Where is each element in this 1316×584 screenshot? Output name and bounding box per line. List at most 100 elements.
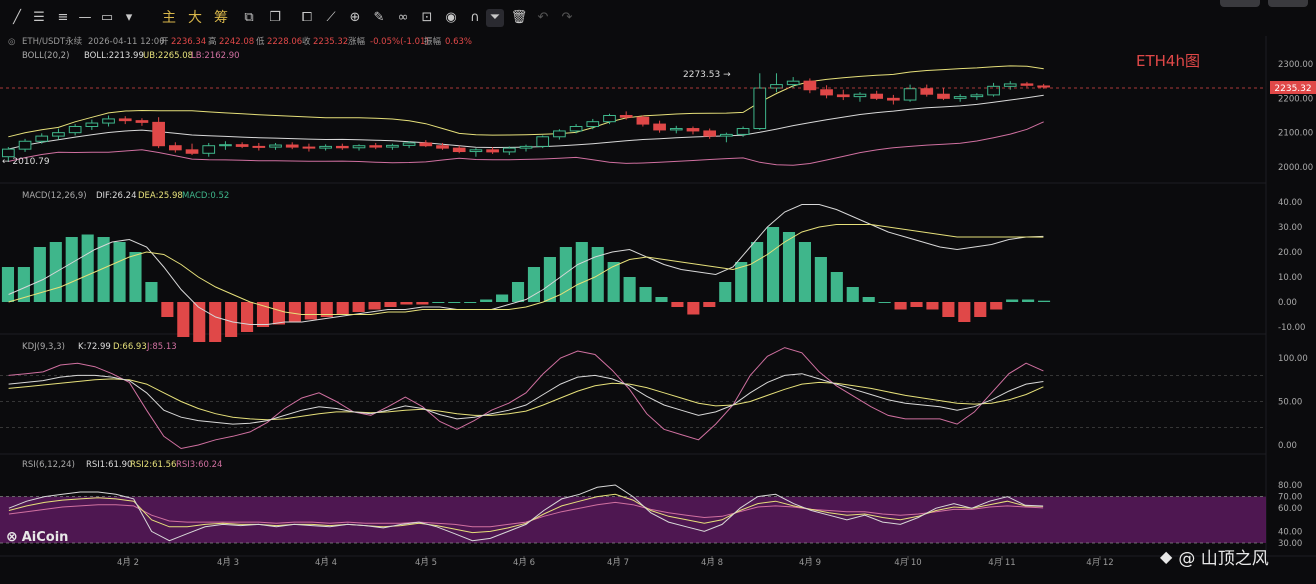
- candle: [152, 121, 165, 147]
- window-control[interactable]: [1220, 0, 1260, 7]
- main-header: ◎ ETH/USDT永续 2026-04-11 12:00 开 2236.34 …: [8, 36, 472, 47]
- macd-bar: [65, 237, 78, 302]
- candle: [703, 130, 717, 137]
- rectangle-icon[interactable]: ▭: [98, 9, 116, 27]
- macd-bar: [767, 227, 780, 302]
- x-tick-label: 4月 10: [894, 558, 921, 568]
- macd-bar: [129, 252, 142, 302]
- candle: [335, 145, 349, 149]
- rsi-band: [0, 496, 1266, 543]
- macd-bar: [225, 302, 238, 337]
- macd-bar: [527, 267, 541, 302]
- rsi-tick-label: 70.00: [1278, 493, 1302, 503]
- candle: [168, 145, 182, 151]
- crop-icon[interactable]: ⧉: [240, 9, 258, 27]
- macd-bar: [846, 287, 859, 302]
- candle: [402, 142, 416, 146]
- macd-bar: [655, 297, 668, 302]
- horizontal-line-icon[interactable]: —: [76, 9, 94, 27]
- candle: [1020, 83, 1034, 86]
- svg-text:涨幅: 涨幅: [348, 36, 366, 47]
- x-tick-label: 4月 4: [315, 558, 337, 568]
- candle: [319, 145, 332, 149]
- kdj-tick-label: 0.00: [1278, 441, 1297, 451]
- candle: [720, 133, 733, 137]
- macd-bar: [161, 302, 174, 317]
- candle: [586, 121, 600, 127]
- chart-canvas[interactable]: ◎ ETH/USDT永续 2026-04-11 12:00 开 2236.34 …: [0, 36, 1316, 584]
- copy-icon[interactable]: ❐: [266, 9, 284, 27]
- macd-bar: [703, 302, 716, 307]
- drawing-toolbar: ╱ ☰ ≡ — ▭ ▾ 主 大 筹 ⧉ ❐ ⧠ ⟋ ⊕ ✎ ∞ ⊡ ◉ ∩ ⏷ …: [0, 0, 1316, 37]
- search-plus-icon[interactable]: ⊕: [346, 9, 364, 27]
- macd-bar: [910, 302, 923, 307]
- macd-bar: [480, 299, 493, 302]
- candle: [2, 148, 15, 158]
- parallel-lines-icon[interactable]: ☰: [30, 9, 48, 27]
- x-tick-label: 4月 11: [988, 558, 1015, 568]
- rsi-tick-label: 40.00: [1278, 527, 1302, 537]
- macd-bar: [623, 277, 636, 302]
- rsi-tick-label: 80.00: [1278, 481, 1302, 491]
- large-order-button[interactable]: 大: [188, 9, 202, 27]
- candle: [536, 136, 550, 147]
- eye-icon[interactable]: ◉: [442, 9, 460, 27]
- x-tick-label: 4月 7: [607, 558, 629, 568]
- price-tick-label: 2200.00: [1278, 94, 1313, 104]
- macd-bar: [1, 267, 15, 302]
- candle: [85, 122, 99, 127]
- undo-icon[interactable]: ↶: [534, 9, 552, 27]
- brush-icon[interactable]: ✎: [370, 9, 388, 27]
- macd-bar: [958, 302, 971, 322]
- candle: [937, 93, 950, 99]
- weibo-logo-icon: ◆: [1160, 547, 1173, 566]
- macd-bar: [336, 302, 349, 315]
- macd-bar: [719, 282, 732, 302]
- candle: [753, 87, 767, 130]
- candle: [235, 144, 249, 147]
- candle: [619, 115, 633, 118]
- rsi-tick-label: 60.00: [1278, 504, 1302, 514]
- svg-text:BOLL:2213.99: BOLL:2213.99: [84, 51, 144, 61]
- svg-text:DEA:25.98: DEA:25.98: [138, 191, 183, 201]
- macd-tick-label: 40.00: [1278, 198, 1302, 208]
- candle: [219, 144, 232, 147]
- magnet-icon[interactable]: ∩: [466, 9, 484, 27]
- boll-header: BOLL(20,2) BOLL:2213.99 UB:2265.08 LB:21…: [22, 51, 240, 61]
- filter-icon[interactable]: ⏷: [486, 9, 504, 27]
- macd-bar: [814, 257, 827, 302]
- svg-text:RSI3:60.24: RSI3:60.24: [176, 460, 222, 470]
- ruler-icon[interactable]: ⟋: [322, 9, 340, 27]
- author-watermark: ◆ @ 山顶之风: [1160, 547, 1269, 569]
- kdj-tick-label: 100.00: [1278, 354, 1308, 364]
- trash-icon[interactable]: 🗑: [510, 9, 528, 27]
- macd-bar: [1037, 300, 1051, 302]
- high-mark-label: 2273.53 →: [683, 70, 731, 80]
- chips-button[interactable]: 筹: [214, 9, 228, 27]
- macd-tick-label: 0.00: [1278, 298, 1297, 308]
- kdj-tick-label: 50.00: [1278, 398, 1302, 408]
- window-control[interactable]: [1268, 0, 1308, 7]
- svg-text:K:72.99: K:72.99: [78, 342, 111, 352]
- redo-icon[interactable]: ↷: [558, 9, 576, 27]
- candle: [185, 149, 199, 154]
- x-tick-label: 4月 8: [701, 558, 723, 568]
- svg-text:高: 高: [208, 36, 217, 47]
- lock-icon[interactable]: ⊡: [418, 9, 436, 27]
- candle: [302, 146, 316, 149]
- horizontal-lines-icon[interactable]: ≡: [54, 9, 72, 27]
- layers-icon[interactable]: ⧠: [298, 9, 316, 27]
- main-indicator-button[interactable]: 主: [162, 9, 176, 27]
- macd-bar: [209, 302, 222, 342]
- rsi-tick-label: 30.00: [1278, 539, 1302, 549]
- candle: [102, 118, 115, 124]
- low-mark-label: ← 2010.79: [2, 157, 50, 167]
- x-tick-label: 4月 5: [415, 558, 437, 568]
- candle: [770, 84, 783, 89]
- x-tick-label: 4月 12: [1086, 558, 1113, 568]
- link-icon[interactable]: ∞: [394, 9, 412, 27]
- trendline-icon[interactable]: ╱: [8, 9, 26, 27]
- candle: [803, 80, 817, 91]
- more-icon[interactable]: ▾: [120, 9, 138, 27]
- macd-bar: [464, 302, 477, 303]
